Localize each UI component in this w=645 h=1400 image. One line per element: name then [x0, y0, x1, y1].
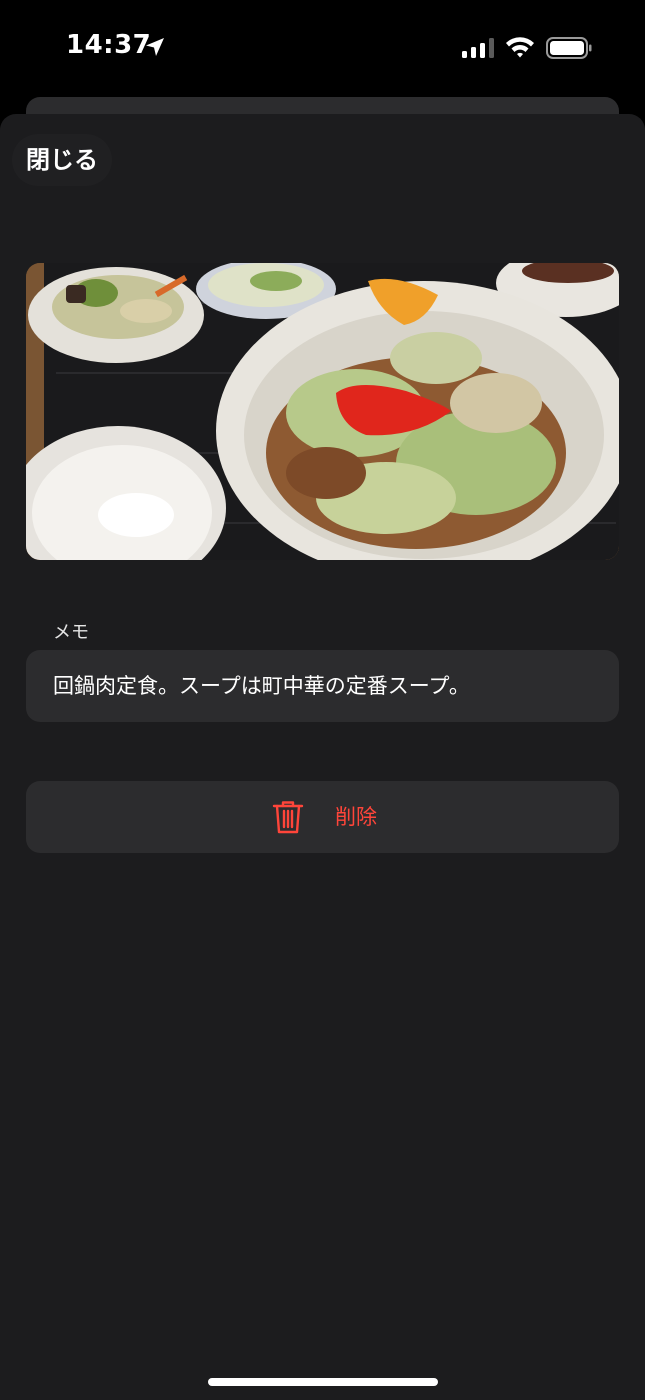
status-time: 14:37 — [66, 30, 152, 60]
wifi-icon — [505, 36, 535, 58]
trash-icon — [272, 799, 304, 835]
home-indicator — [208, 1378, 438, 1386]
delete-button[interactable]: 削除 — [26, 781, 619, 853]
meal-photo — [26, 263, 619, 560]
memo-text: 回鍋肉定食。スープは町中華の定番スープ。 — [53, 674, 470, 698]
close-button[interactable]: 閉じる — [12, 134, 112, 186]
cellular-signal-icon — [462, 38, 494, 58]
memo-label: メモ — [53, 622, 89, 643]
delete-label: 削除 — [335, 805, 377, 829]
location-arrow-icon — [144, 36, 166, 58]
battery-icon — [546, 37, 592, 59]
memo-field[interactable]: 回鍋肉定食。スープは町中華の定番スープ。 — [26, 650, 619, 722]
status-bar: 14:37 — [0, 0, 645, 96]
